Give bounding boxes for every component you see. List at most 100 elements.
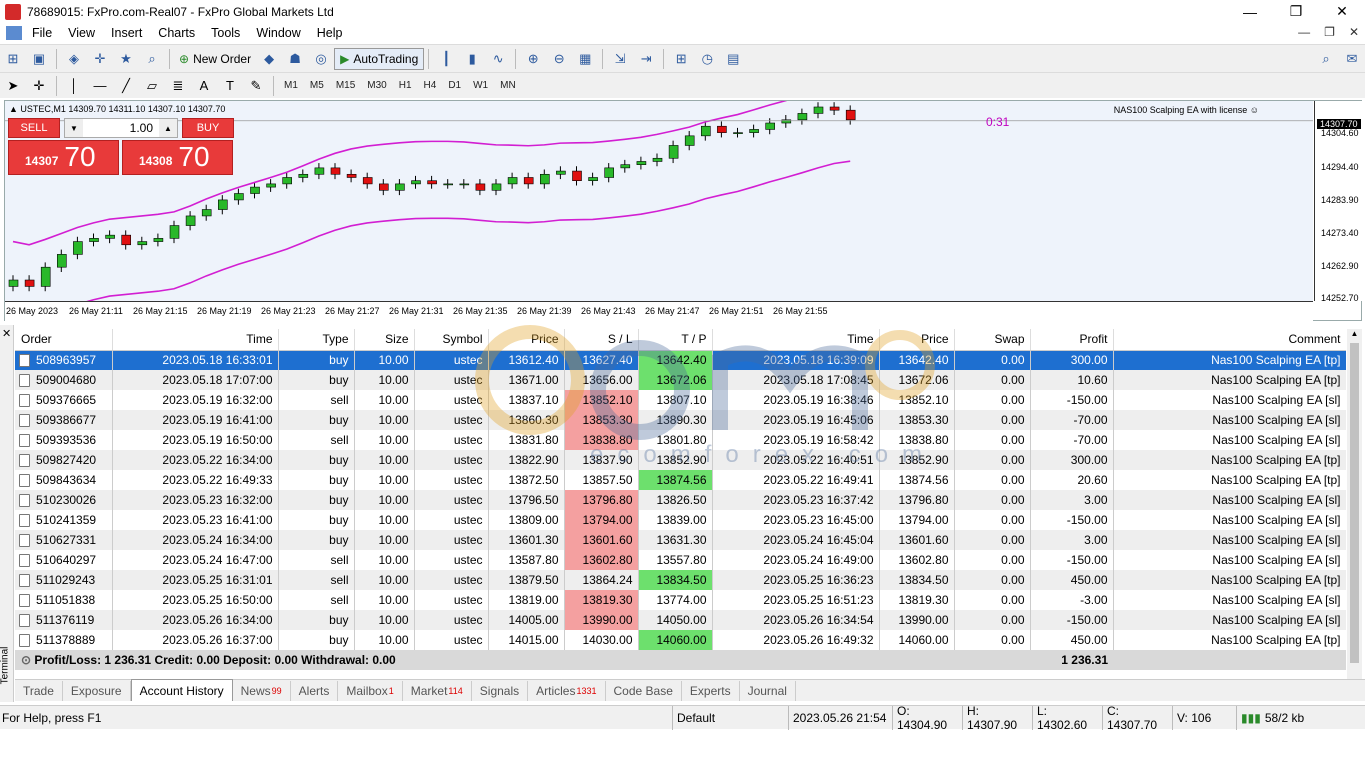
history-row[interactable]: 509827420 2023.05.22 16:34:00 buy 10.00 uste…	[15, 450, 1346, 470]
tf-w1[interactable]: W1	[467, 76, 494, 96]
tf-m5[interactable]: M5	[304, 76, 330, 96]
scroll-thumb[interactable]	[1350, 343, 1359, 663]
col-type-header[interactable]: Type	[278, 329, 355, 351]
autotrading-button[interactable]: ▶ AutoTrading	[334, 47, 425, 70]
tab-signals[interactable]: Signals	[472, 681, 529, 701]
chart-plot-area[interactable]: ▲ USTEC,M1 14309.70 14311.10 14307.10 14…	[5, 83, 1313, 323]
tf-m15[interactable]: M15	[330, 76, 361, 96]
text-icon[interactable]: A	[193, 76, 215, 96]
history-row[interactable]: 509004680 2023.05.18 17:07:00 buy 10.00 uste…	[15, 370, 1346, 390]
maximize-button[interactable]: ❐	[1273, 0, 1319, 23]
mdi-minimize-icon[interactable]: —	[1298, 25, 1310, 39]
history-row[interactable]: 511376119 2023.05.26 16:34:00 buy 10.00 uste…	[15, 610, 1346, 630]
new-order-button[interactable]: ⊕ New Order	[174, 48, 256, 70]
trendline-icon[interactable]: ╱	[115, 76, 137, 96]
tab-code-base[interactable]: Code Base	[606, 681, 682, 701]
tab-articles[interactable]: Articles 1331	[528, 681, 606, 701]
tf-d1[interactable]: D1	[442, 76, 467, 96]
tf-h4[interactable]: H4	[418, 76, 443, 96]
tab-mailbox[interactable]: Mailbox 1	[338, 681, 403, 701]
tab-alerts[interactable]: Alerts	[291, 681, 339, 701]
col-close-time-header[interactable]: Time	[712, 329, 880, 351]
mdi-restore-icon[interactable]: ❐	[1324, 25, 1335, 39]
shapes-icon[interactable]: ✎	[245, 76, 267, 96]
terminal-close-icon[interactable]: ✕	[2, 327, 11, 340]
lot-down-arrow-icon[interactable]: ▼	[65, 119, 83, 137]
tf-m30[interactable]: M30	[361, 76, 392, 96]
fibonacci-icon[interactable]: ≣	[167, 76, 189, 96]
bar-chart-icon[interactable]: ┃	[435, 49, 457, 69]
col-tp-header[interactable]: T / P	[638, 329, 713, 351]
search-icon[interactable]: ⌕	[1315, 49, 1337, 69]
menu-charts[interactable]: Charts	[150, 26, 203, 40]
buy-button[interactable]: BUY	[182, 118, 234, 138]
lot-size-input[interactable]: ▼ 1.00 ▲	[64, 118, 178, 138]
menu-file[interactable]: File	[24, 26, 60, 40]
history-row[interactable]: 511051838 2023.05.25 16:50:00 sell 10.00 ust…	[15, 590, 1346, 610]
market-icon[interactable]: ☗	[284, 49, 306, 69]
crosshair-icon[interactable]: ✛	[28, 76, 50, 96]
tab-journal[interactable]: Journal	[740, 681, 796, 701]
bid-price-box[interactable]: 14307 70	[8, 140, 119, 175]
mdi-close-icon[interactable]: ✕	[1349, 25, 1359, 39]
menu-view[interactable]: View	[60, 26, 103, 40]
col-profit-header[interactable]: Profit	[1030, 329, 1114, 351]
periods-icon[interactable]: ◷	[696, 49, 718, 69]
tile-windows-icon[interactable]: ▦	[574, 49, 596, 69]
market-watch-icon[interactable]: ◈	[63, 49, 85, 69]
vertical-line-icon[interactable]: │	[63, 76, 85, 96]
tab-exposure[interactable]: Exposure	[63, 681, 131, 701]
price-chart[interactable]: ▲ USTEC,M1 14309.70 14311.10 14307.10 14…	[4, 83, 1362, 323]
history-row[interactable]: 509386677 2023.05.19 16:41:00 buy 10.00 uste…	[15, 410, 1346, 430]
lot-up-arrow-icon[interactable]: ▲	[159, 119, 177, 137]
zoom-out-icon[interactable]: ⊖	[548, 49, 570, 69]
history-row[interactable]: 510241359 2023.05.23 16:41:00 buy 10.00 uste…	[15, 510, 1346, 530]
history-row[interactable]: 509393536 2023.05.19 16:50:00 sell 10.00 ust…	[15, 430, 1346, 450]
text-label-icon[interactable]: T	[219, 76, 241, 96]
tab-market[interactable]: Market 114	[403, 681, 472, 701]
col-close-price-header[interactable]: Price	[879, 329, 955, 351]
tab-experts[interactable]: Experts	[682, 681, 740, 701]
col-open-price-header[interactable]: Price	[488, 329, 565, 351]
signals-icon[interactable]: ◎	[310, 49, 332, 69]
tf-h1[interactable]: H1	[393, 76, 418, 96]
templates-icon[interactable]: ▤	[722, 49, 744, 69]
metaeditor-icon[interactable]: ◆	[258, 49, 280, 69]
cursor-icon[interactable]: ➤	[2, 76, 24, 96]
col-symbol-header[interactable]: Symbol	[414, 329, 489, 351]
history-row[interactable]: 510627331 2023.05.24 16:34:00 buy 10.00 uste…	[15, 530, 1346, 550]
autoscroll-icon[interactable]: ⇲	[609, 49, 631, 69]
ask-price-box[interactable]: 14308 70	[122, 140, 233, 175]
menu-window[interactable]: Window	[248, 26, 308, 40]
lot-size-value[interactable]: 1.00	[83, 121, 159, 135]
candlestick-icon[interactable]: ▮	[461, 49, 483, 69]
new-chart-icon[interactable]: ⊞	[2, 49, 24, 69]
history-row[interactable]: 511378889 2023.05.26 16:37:00 buy 10.00 uste…	[15, 630, 1346, 650]
tf-m1[interactable]: M1	[278, 76, 304, 96]
history-row[interactable]: 508963957 2023.05.18 16:33:01 buy 10.00 uste…	[15, 350, 1346, 370]
horizontal-line-icon[interactable]: —	[89, 76, 111, 96]
profiles-icon[interactable]: ▣	[28, 49, 50, 69]
scroll-up-icon[interactable]: ▲	[1347, 329, 1362, 338]
indicators-icon[interactable]: ⊞	[670, 49, 692, 69]
minimize-button[interactable]: —	[1227, 0, 1273, 23]
history-row[interactable]: 510640297 2023.05.24 16:47:00 sell 10.00 ust…	[15, 550, 1346, 570]
tab-account-history[interactable]: Account History	[130, 679, 233, 701]
history-row[interactable]: 511029243 2023.05.25 16:31:01 sell 10.00 ust…	[15, 570, 1346, 590]
tf-mn[interactable]: MN	[494, 76, 522, 96]
terminal-icon[interactable]: ⌕	[141, 49, 163, 69]
history-row[interactable]: 510230026 2023.05.23 16:32:00 buy 10.00 uste…	[15, 490, 1346, 510]
col-size-header[interactable]: Size	[354, 329, 415, 351]
line-chart-icon[interactable]: ∿	[487, 49, 509, 69]
chat-icon[interactable]: ✉	[1341, 49, 1363, 69]
zoom-in-icon[interactable]: ⊕	[522, 49, 544, 69]
sell-button[interactable]: SELL	[8, 118, 60, 138]
chart-shift-icon[interactable]: ⇥	[635, 49, 657, 69]
tab-news[interactable]: News 99	[233, 681, 291, 701]
col-order-header[interactable]: Order	[15, 329, 113, 351]
col-sl-header[interactable]: S / L	[564, 329, 639, 351]
menu-tools[interactable]: Tools	[203, 26, 248, 40]
table-scrollbar[interactable]: ▲	[1347, 329, 1362, 679]
col-swap-header[interactable]: Swap	[954, 329, 1031, 351]
tab-trade[interactable]: Trade	[15, 681, 63, 701]
